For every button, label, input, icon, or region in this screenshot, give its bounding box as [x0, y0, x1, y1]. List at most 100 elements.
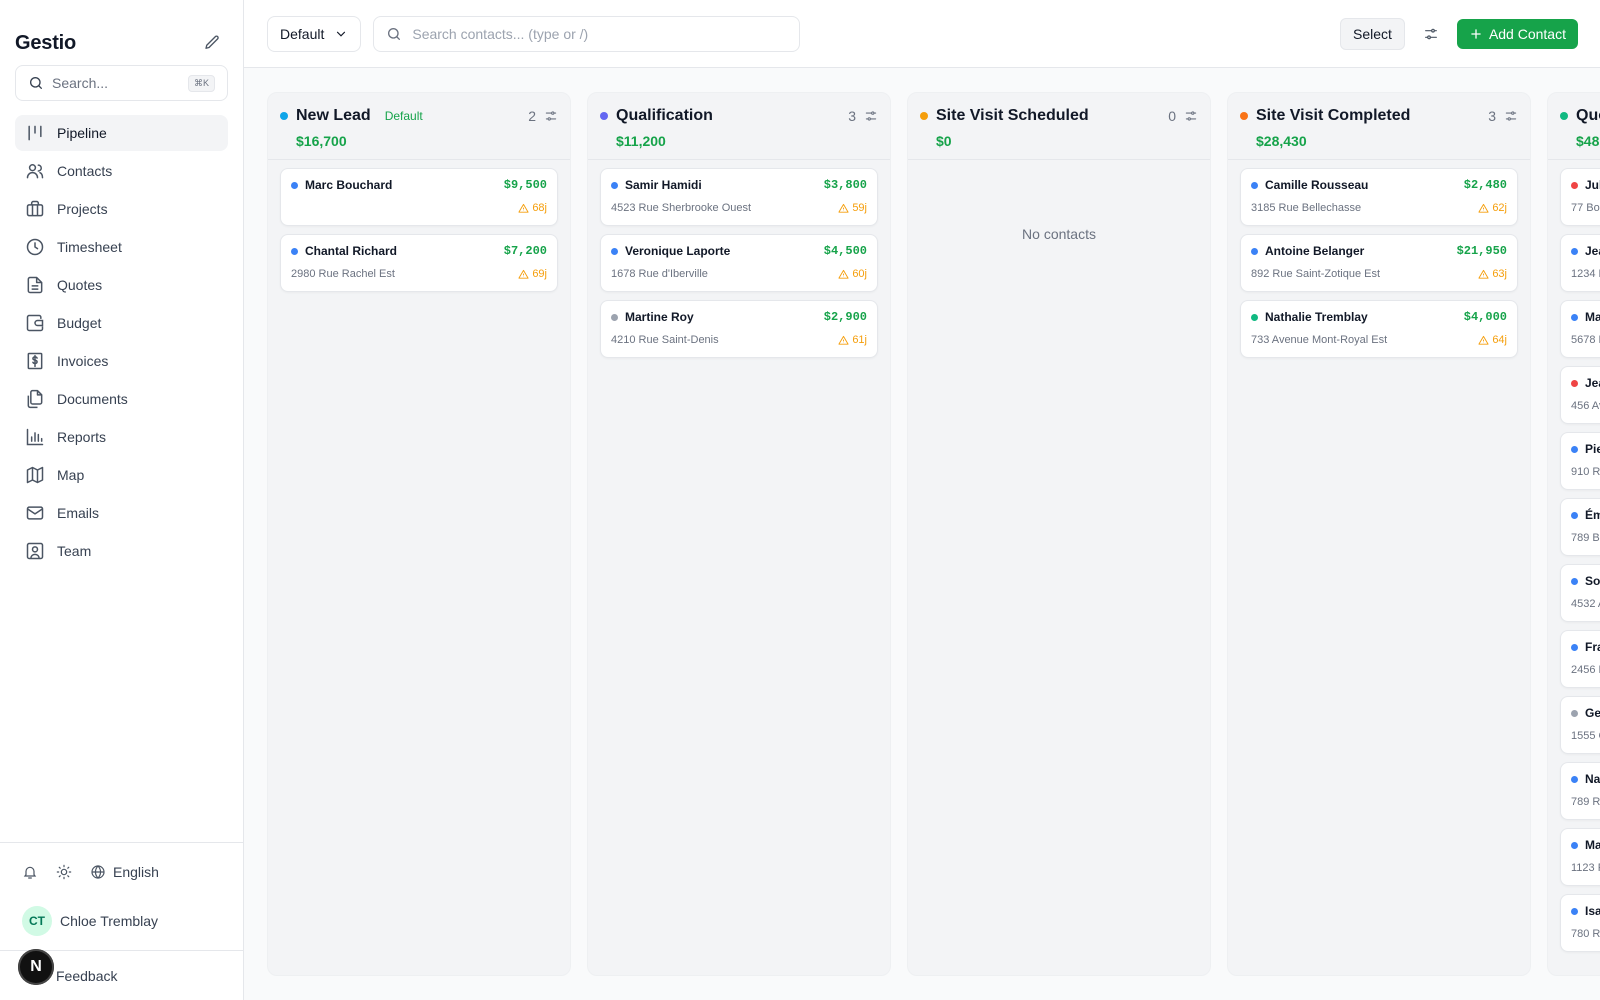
- contact-card[interactable]: Martine Roy $2,900 4210 Rue Saint-Denis 61j: [600, 300, 878, 358]
- add-contact-label: Add Contact: [1488, 25, 1566, 42]
- add-contact-button[interactable]: Add Contact: [1456, 18, 1578, 49]
- contact-age: 60j: [838, 268, 867, 280]
- contact-card[interactable]: Antoine Belanger $21,950 892 Rue Saint-Zot…: [1240, 234, 1518, 292]
- contact-card[interactable]: Fra 2456 E: [1560, 630, 1600, 688]
- sidebar-item-label: Timesheet: [57, 239, 122, 255]
- contact-card[interactable]: Camille Rousseau $2,480 3185 Rue Bellechas…: [1240, 168, 1518, 226]
- contact-status-dot: [291, 181, 298, 189]
- sidebar-item-quotes[interactable]: Quotes: [15, 267, 228, 303]
- sidebar-item-emails[interactable]: Emails: [15, 495, 228, 531]
- sidebar-search[interactable]: Search... ⌘K: [15, 65, 228, 101]
- contact-card[interactable]: Ma 5678 F: [1560, 300, 1600, 358]
- pencil-icon[interactable]: [203, 34, 221, 52]
- search-icon: [30, 77, 42, 89]
- column-header: Qualification 3 $11,200: [588, 93, 890, 160]
- bell-icon[interactable]: [22, 864, 38, 880]
- sidebar-item-budget[interactable]: Budget: [15, 305, 228, 341]
- contact-age-label: 62j: [1492, 202, 1507, 214]
- sidebar-item-contacts[interactable]: Contacts: [15, 153, 228, 189]
- contact-card[interactable]: Ma 1123 R: [1560, 828, 1600, 886]
- users-icon: [26, 164, 44, 179]
- contact-search[interactable]: [373, 15, 801, 52]
- sidebar-item-invoices[interactable]: Invoices: [15, 343, 228, 379]
- contact-status-dot: [291, 247, 298, 255]
- contact-address: 5678 F: [1571, 334, 1600, 346]
- contact-name: Ma: [1585, 838, 1600, 852]
- contact-card[interactable]: Pie 910 Ru: [1560, 432, 1600, 490]
- contact-age-label: 59j: [852, 202, 867, 214]
- contact-age: 62j: [1478, 202, 1507, 214]
- user-profile[interactable]: CT Chloe Tremblay: [0, 900, 243, 942]
- contact-amount: $3,800: [823, 178, 867, 192]
- contact-card[interactable]: Jul 77 Bou: [1560, 168, 1600, 226]
- filter-settings-button[interactable]: [1417, 20, 1445, 48]
- contact-name: Ger: [1585, 706, 1600, 720]
- contact-status-dot: [1571, 445, 1578, 453]
- sun-icon[interactable]: [56, 864, 72, 880]
- contact-card[interactable]: Isa 780 Ru: [1560, 894, 1600, 952]
- sidebar-item-label: Emails: [57, 505, 100, 521]
- contact-address: 2456 E: [1571, 664, 1600, 676]
- contact-card[interactable]: Ém 789 Bo: [1560, 498, 1600, 556]
- contact-name: Marc Bouchard: [305, 178, 393, 192]
- warning-icon: [518, 269, 529, 279]
- column-total: $0: [936, 133, 952, 149]
- column-header: Quo $48: [1548, 93, 1600, 160]
- warning-icon: [838, 269, 849, 279]
- sidebar-item-documents[interactable]: Documents: [15, 381, 228, 417]
- stage-color-dot: [1560, 112, 1568, 120]
- contact-age: 61j: [838, 334, 867, 346]
- contact-search-input[interactable]: [412, 25, 788, 42]
- contact-card[interactable]: Nat 789 Ru: [1560, 762, 1600, 820]
- contact-amount: $4,500: [823, 244, 867, 258]
- language-label: English: [113, 863, 159, 880]
- sidebar-item-pipeline[interactable]: Pipeline: [15, 115, 228, 151]
- sidebar-item-timesheet[interactable]: Timesheet: [15, 229, 228, 265]
- contact-card[interactable]: Ger 1555 C: [1560, 696, 1600, 754]
- contact-card[interactable]: Sop 4532 A: [1560, 564, 1600, 622]
- contact-name: Camille Rousseau: [1265, 178, 1369, 192]
- contact-name: Samir Hamidi: [625, 178, 702, 192]
- sidebar-item-reports[interactable]: Reports: [15, 419, 228, 455]
- contact-age-label: 69j: [532, 268, 547, 280]
- warning-icon: [1478, 269, 1489, 279]
- sidebar: Gestio Search... ⌘K Pipeline Contacts Pr…: [0, 0, 244, 1000]
- select-button[interactable]: Select: [1340, 17, 1405, 50]
- contact-card[interactable]: Veronique Laporte $4,500 1678 Rue d'Ibervi…: [600, 234, 878, 292]
- contact-name: Fra: [1585, 640, 1600, 654]
- sidebar-item-map[interactable]: Map: [15, 457, 228, 493]
- contact-name: Veronique Laporte: [625, 244, 731, 258]
- sliders-icon[interactable]: [1504, 109, 1518, 123]
- sidebar-item-team[interactable]: Team: [15, 533, 228, 569]
- pipeline-column: Site Visit Scheduled 0 $0 No contacts: [907, 92, 1211, 976]
- dev-tools-badge[interactable]: N: [18, 949, 54, 985]
- warning-icon: [518, 203, 529, 213]
- contact-card[interactable]: Samir Hamidi $3,800 4523 Rue Sherbrooke Ou…: [600, 168, 878, 226]
- globe-icon: [91, 864, 105, 879]
- bar-chart-icon: [26, 428, 44, 446]
- language-switcher[interactable]: English: [90, 864, 159, 880]
- sidebar-search-placeholder: Search...: [52, 75, 109, 91]
- sliders-icon[interactable]: [864, 109, 878, 123]
- empty-state: No contacts: [1022, 226, 1096, 242]
- sliders-icon[interactable]: [544, 109, 558, 123]
- contact-address: 456 Av: [1571, 400, 1600, 412]
- contact-amount: $2,480: [1463, 178, 1507, 192]
- contact-address: 4523 Rue Sherbrooke Ouest: [611, 202, 752, 214]
- contact-card[interactable]: Jea 1234 R: [1560, 234, 1600, 292]
- contact-age-label: 64j: [1492, 334, 1507, 346]
- column-count: 3: [1488, 108, 1496, 124]
- contact-card[interactable]: Marc Bouchard $9,500 68j: [280, 168, 558, 226]
- column-total: $48: [1576, 133, 1600, 149]
- column-total: $11,200: [616, 133, 666, 149]
- contact-card[interactable]: Chantal Richard $7,200 2980 Rue Rachel Est…: [280, 234, 558, 292]
- sliders-icon[interactable]: [1184, 109, 1198, 123]
- contact-status-dot: [611, 247, 618, 255]
- feedback-link[interactable]: N Feedback: [0, 949, 243, 1000]
- contact-age: 59j: [838, 202, 867, 214]
- contact-card[interactable]: Jea 456 Av: [1560, 366, 1600, 424]
- contact-card[interactable]: Nathalie Tremblay $4,000 733 Avenue Mont-R…: [1240, 300, 1518, 358]
- column-title: New Lead: [296, 107, 371, 124]
- sidebar-item-projects[interactable]: Projects: [15, 191, 228, 227]
- view-dropdown[interactable]: Default: [267, 15, 362, 52]
